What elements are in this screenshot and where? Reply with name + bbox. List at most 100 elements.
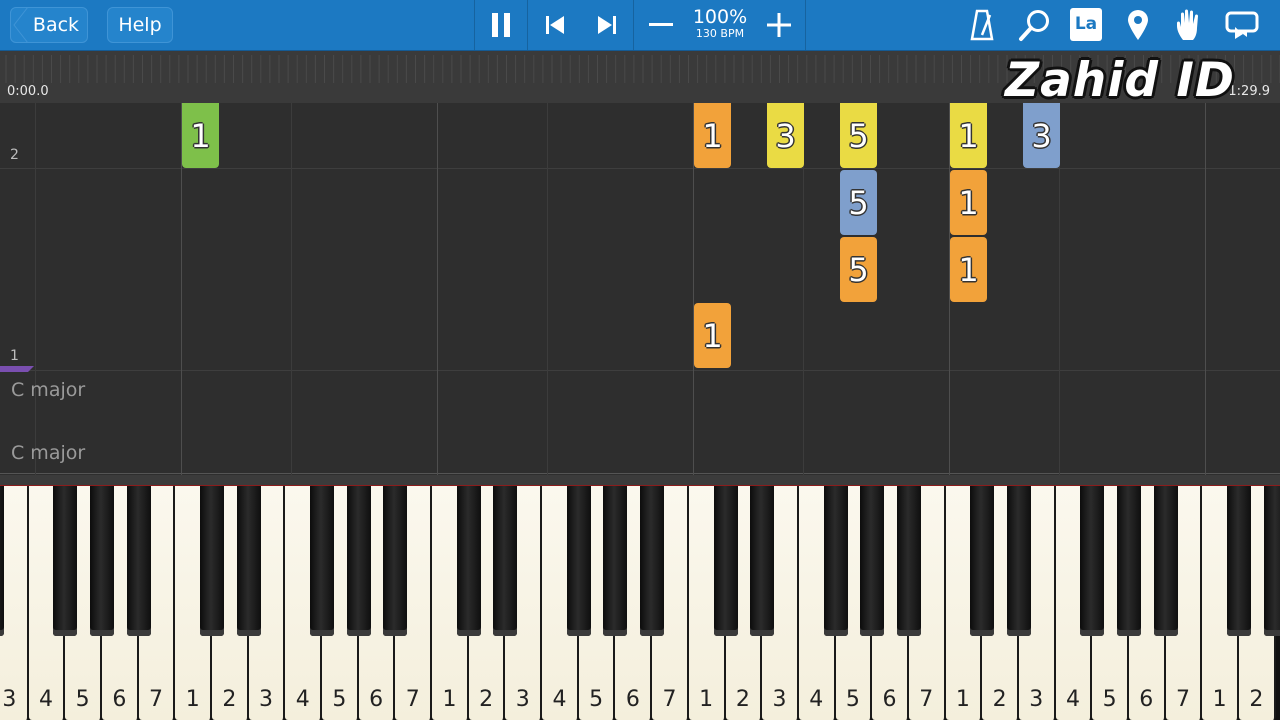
key-signature-label: C major [11,442,86,464]
black-key[interactable] [823,486,848,636]
hand-button[interactable] [1168,0,1212,50]
key-number-label: 6 [112,687,127,712]
black-key[interactable] [456,486,481,636]
black-key[interactable] [1263,486,1280,636]
metronome-icon [970,9,994,41]
key-number-label: 7 [405,687,420,712]
falling-note: 1 [694,103,731,168]
key-number-label: 5 [75,687,90,712]
black-key[interactable] [750,486,775,636]
measure-line [437,103,438,475]
black-key[interactable] [236,486,261,636]
white-key[interactable]: 3 [0,486,29,720]
back-chevron-icon [13,7,29,43]
key-number-label: 3 [2,687,17,712]
key-number-label: 6 [1139,687,1154,712]
black-key[interactable] [493,486,518,636]
skip-previous-button[interactable] [534,0,576,50]
falling-note: 1 [182,103,219,168]
channel-watermark: Zahid ID [1005,53,1235,108]
loop-icon [1225,11,1259,39]
measure-line [1205,103,1206,475]
falling-note: 1 [950,237,987,302]
black-key[interactable] [603,486,628,636]
black-key[interactable] [346,486,371,636]
timeline-start-time: 0:00.0 [7,84,49,99]
piano-keyboard[interactable]: 34567123456712345671234567123456712 [0,486,1280,720]
staff-label-upper: 2 [10,147,19,163]
key-number-label: 7 [662,687,677,712]
black-key[interactable] [310,486,335,636]
top-toolbar: Back Help 100% 130 BPM La [0,0,1280,51]
timeline-bar[interactable]: 0:00.0 1:29.9 Zahid ID [0,51,1280,108]
key-number-label: 2 [222,687,237,712]
black-key[interactable] [1116,486,1141,636]
black-key[interactable] [896,486,921,636]
black-key[interactable] [566,486,591,636]
key-number-label: 4 [552,687,567,712]
black-key[interactable] [0,486,4,636]
black-key[interactable] [90,486,115,636]
black-key[interactable] [713,486,738,636]
falling-note: 5 [840,170,877,235]
grid-line [0,473,1280,474]
skip-next-button[interactable] [586,0,628,50]
black-key[interactable] [1080,486,1105,636]
help-button-label: Help [118,14,162,36]
toolbar-divider [805,0,806,50]
grid-line [291,103,292,475]
black-key[interactable] [200,486,225,636]
falling-note: 3 [1023,103,1060,168]
tempo-decrease-button[interactable] [640,0,682,50]
key-number-label: 6 [882,687,897,712]
black-key[interactable] [1153,486,1178,636]
black-key[interactable] [1226,486,1251,636]
key-number-label: 6 [625,687,640,712]
pause-button[interactable] [480,0,522,50]
key-number-label: 1 [185,687,200,712]
skip-next-icon [598,16,616,34]
key-number-label: 7 [919,687,934,712]
grid-line [0,168,1280,169]
key-number-label: 5 [332,687,347,712]
minus-icon [649,23,673,26]
loop-button[interactable] [1220,0,1264,50]
key-number-label: 1 [1212,687,1227,712]
black-key[interactable] [970,486,995,636]
back-button-label: Back [32,14,80,36]
hand-icon [1177,9,1198,40]
location-button[interactable] [1118,0,1158,50]
falling-notes-area[interactable]: 2 1 C major C major 1 1 3 5 1 3 5 1 5 1 … [0,103,1280,475]
metronome-button[interactable] [962,0,1002,50]
black-key[interactable] [126,486,151,636]
falling-note: 5 [840,103,877,168]
black-key[interactable] [640,486,665,636]
grid-line [547,103,548,475]
black-key[interactable] [860,486,885,636]
falling-note: 5 [840,237,877,302]
key-number-label: 5 [845,687,860,712]
tempo-display: 100% 130 BPM [688,6,752,40]
black-key[interactable] [383,486,408,636]
black-key[interactable] [53,486,78,636]
playhead-marker [0,366,34,372]
tempo-increase-button[interactable] [758,0,800,50]
key-number-label: 2 [1249,687,1264,712]
help-button[interactable]: Help [107,7,173,43]
falling-note: 1 [694,303,731,368]
key-number-label: 4 [39,687,53,712]
key-number-label: 2 [735,687,750,712]
la-label-icon[interactable]: La [1070,8,1102,41]
grid-line [35,103,36,475]
pause-icon [492,13,510,37]
search-button[interactable] [1014,0,1056,50]
plus-icon [767,13,791,37]
location-pin-icon [1128,10,1148,40]
back-button[interactable]: Back [10,7,88,43]
key-number-label: 2 [479,687,494,712]
search-icon [1019,10,1049,41]
black-key[interactable] [1006,486,1031,636]
key-number-label: 3 [772,687,787,712]
key-number-label: 3 [259,687,274,712]
key-number-label: 1 [699,687,714,712]
